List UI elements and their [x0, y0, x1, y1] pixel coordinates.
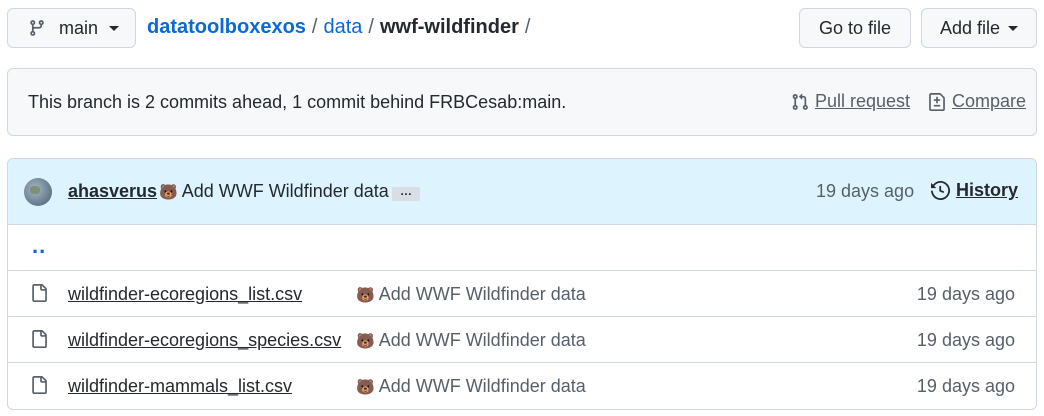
list-item[interactable]: wildfinder-ecoregions_species.csv 🐻 Add W… [8, 317, 1036, 363]
commit-message-text: Add WWF Wildfinder data [181, 181, 389, 201]
file-commit-message-text: Add WWF Wildfinder data [378, 284, 586, 304]
breadcrumb-separator: / [311, 16, 318, 38]
file-commit-time: 19 days ago [916, 330, 1015, 350]
branch-select-button[interactable]: main [7, 8, 136, 48]
pull-request-link[interactable]: Pull request [791, 91, 910, 112]
go-to-file-button[interactable]: Go to file [799, 8, 911, 48]
file-commit-time: 19 days ago [916, 376, 1015, 396]
add-file-button[interactable]: Add file [921, 8, 1037, 48]
bear-emoji-icon: 🐻 [356, 378, 375, 396]
bear-emoji-icon: 🐻 [159, 183, 178, 201]
breadcrumb-repo-link[interactable]: datatoolboxexos [147, 16, 306, 39]
list-item[interactable]: wildfinder-mammals_list.csv 🐻 Add WWF Wil… [8, 363, 1036, 409]
history-icon [931, 181, 950, 200]
top-bar: main datatoolboxexos / data / wwf-wildfi… [0, 0, 1044, 56]
breadcrumb-separator: / [524, 16, 531, 38]
pull-request-icon [792, 93, 808, 110]
breadcrumb-separator: / [368, 16, 374, 38]
compare-label: Compare [952, 91, 1027, 111]
expand-commit-button[interactable]: … [392, 185, 420, 201]
file-commit-message-text: Add WWF Wildfinder data [378, 376, 586, 396]
pull-request-label: Pull request [815, 91, 911, 111]
chevron-down-icon [109, 25, 120, 31]
diff-icon [929, 92, 945, 111]
bear-emoji-icon: 🐻 [356, 286, 375, 304]
file-icon [32, 330, 47, 348]
commit-message[interactable]: 🐻 Add WWF Wildfinder data [159, 181, 389, 202]
commit-author-link[interactable]: ahasverus [68, 181, 157, 202]
breadcrumb: datatoolboxexos / data / wwf-wildfinder … [147, 16, 536, 39]
latest-commit-row: ahasverus 🐻 Add WWF Wildfinder data … 19 … [8, 159, 1036, 225]
file-name-link[interactable]: wildfinder-ecoregions_species.csv [68, 330, 341, 351]
history-label: History [956, 180, 1019, 200]
branch-name: main [59, 17, 99, 38]
compare-link[interactable]: Compare [928, 91, 1026, 112]
chevron-down-icon [1008, 25, 1019, 31]
branch-status-text: This branch is 2 commits ahead, 1 commit… [28, 92, 567, 112]
bear-emoji-icon: 🐻 [356, 332, 375, 350]
list-item[interactable]: wildfinder-ecoregions_list.csv 🐻 Add WWF … [8, 271, 1036, 317]
breadcrumb-current: wwf-wildfinder [379, 16, 519, 38]
git-branch-icon [30, 20, 44, 36]
file-commit-message[interactable]: 🐻 Add WWF Wildfinder data [356, 330, 586, 351]
branch-status-box: This branch is 2 commits ahead, 1 commit… [7, 68, 1037, 136]
breadcrumb-folder-link[interactable]: data [323, 16, 362, 39]
avatar[interactable] [24, 178, 52, 206]
file-commit-message-text: Add WWF Wildfinder data [378, 330, 586, 350]
file-icon [32, 376, 47, 394]
file-commit-time: 19 days ago [916, 284, 1015, 304]
file-list: ahasverus 🐻 Add WWF Wildfinder data … 19 … [7, 158, 1037, 410]
file-name-link[interactable]: wildfinder-ecoregions_list.csv [68, 284, 302, 305]
file-commit-message[interactable]: 🐻 Add WWF Wildfinder data [356, 284, 586, 305]
add-file-label: Add file [939, 17, 1001, 38]
history-link[interactable]: History [931, 180, 1018, 201]
file-name-link[interactable]: wildfinder-mammals_list.csv [68, 376, 292, 397]
parent-directory-row[interactable]: .. [8, 225, 1036, 271]
commit-time: 19 days ago [816, 181, 915, 201]
file-commit-message[interactable]: 🐻 Add WWF Wildfinder data [356, 376, 586, 397]
file-icon [32, 284, 47, 302]
parent-directory-link[interactable]: .. [32, 233, 46, 259]
